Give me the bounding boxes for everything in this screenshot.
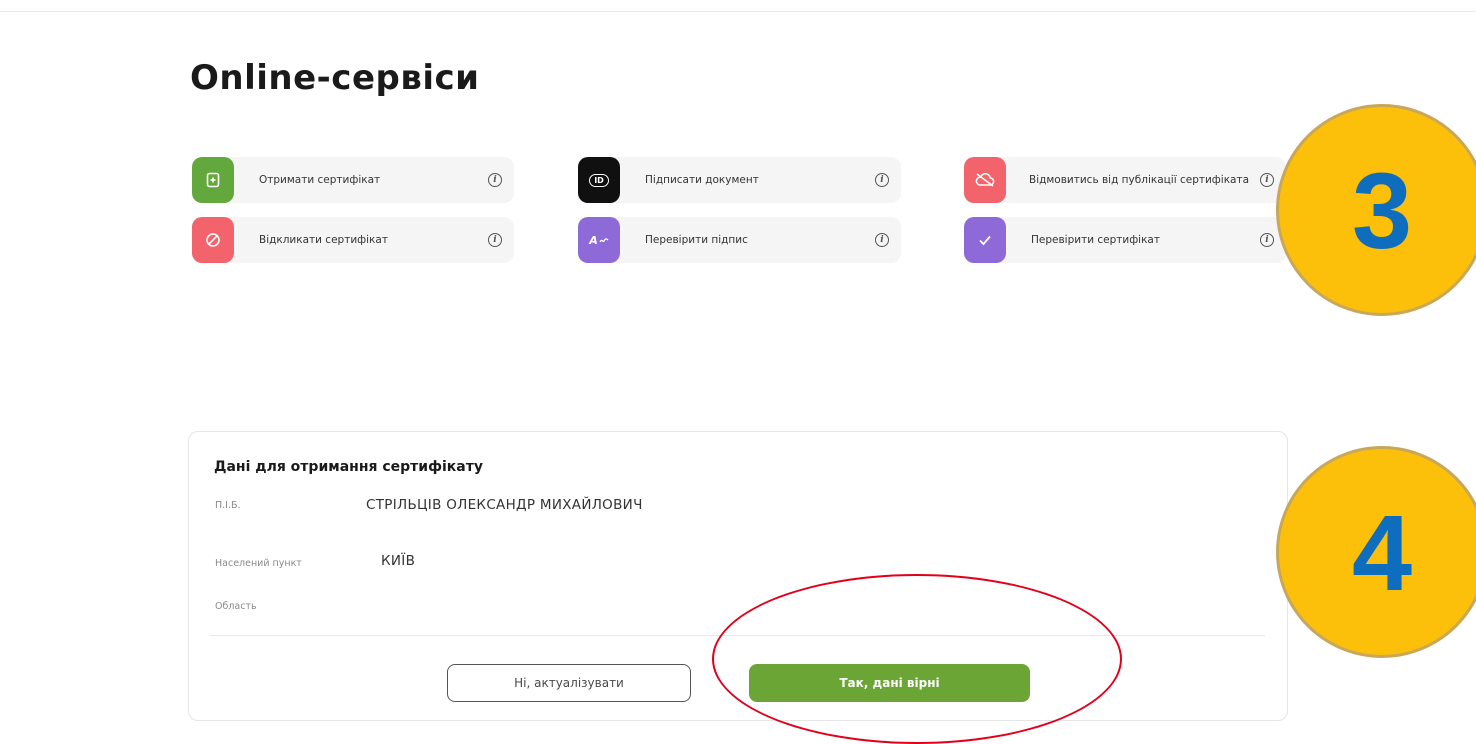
service-label: Підписати документ	[645, 174, 759, 186]
check-icon	[964, 217, 1006, 263]
info-icon[interactable]: i	[875, 233, 889, 247]
info-icon[interactable]: i	[488, 173, 502, 187]
service-sign-document[interactable]: ID Підписати документ i	[578, 157, 901, 203]
signature-icon: A	[578, 217, 620, 263]
field-label-settlement: Населений пункт	[215, 558, 302, 569]
info-icon[interactable]: i	[1260, 173, 1274, 187]
header-divider	[0, 11, 1476, 12]
id-icon: ID	[578, 157, 620, 203]
service-verify-signature[interactable]: A Перевірити підпис i	[578, 217, 901, 263]
info-icon[interactable]: i	[488, 233, 502, 247]
service-revoke-certificate[interactable]: Відкликати сертифікат i	[192, 217, 514, 263]
confirm-data-button[interactable]: Так, дані вірні	[749, 664, 1030, 702]
service-label: Відкликати сертифікат	[259, 234, 388, 246]
id-badge-text: ID	[589, 173, 609, 187]
service-refuse-publication[interactable]: Відмовитись від публікації сертифіката i	[964, 157, 1286, 203]
service-label: Перевірити сертифікат	[1031, 234, 1160, 246]
field-label-region: Область	[215, 601, 257, 612]
signature-glyph: A	[589, 233, 598, 247]
revoke-icon	[192, 217, 234, 263]
field-value-full-name: СТРІЛЬЦІВ ОЛЕКСАНДР МИХАЙЛОВИЧ	[366, 497, 643, 513]
info-icon[interactable]: i	[1260, 233, 1274, 247]
certificate-icon	[192, 157, 234, 203]
step-badge-4: 4	[1276, 446, 1476, 658]
service-verify-certificate[interactable]: Перевірити сертифікат i	[964, 217, 1286, 263]
field-value-settlement: КИЇВ	[381, 553, 416, 569]
service-label: Отримати сертифікат	[259, 174, 381, 186]
step-badge-3: 3	[1276, 104, 1476, 316]
card-title: Дані для отримання сертифікату	[214, 459, 483, 475]
field-label-full-name: П.І.Б.	[215, 500, 241, 511]
cloud-off-icon	[964, 157, 1006, 203]
card-divider	[210, 635, 1265, 636]
service-get-certificate[interactable]: Отримати сертифікат i	[192, 157, 514, 203]
service-label: Відмовитись від публікації сертифіката	[1029, 174, 1250, 186]
page-title: Online-сервіси	[190, 58, 480, 98]
decline-update-button[interactable]: Ні, актуалізувати	[447, 664, 691, 702]
service-label: Перевірити підпис	[645, 234, 748, 246]
info-icon[interactable]: i	[875, 173, 889, 187]
